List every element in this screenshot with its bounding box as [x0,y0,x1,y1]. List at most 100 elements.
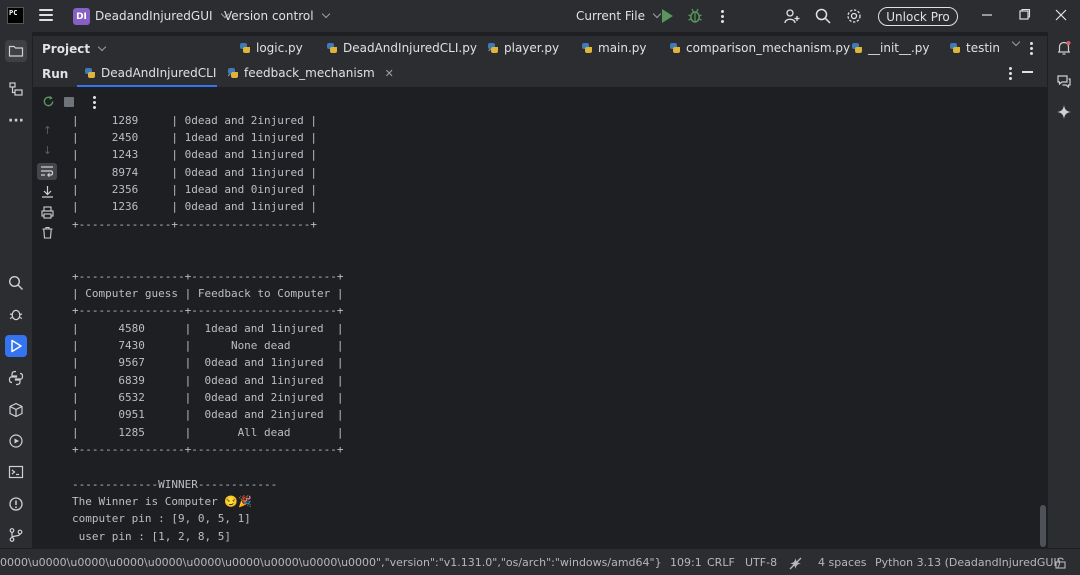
arrow-down-icon[interactable]: ↓ [41,144,54,157]
scroll-to-end-icon[interactable] [41,185,54,198]
editor-tab-label: testin [966,41,1000,55]
search-icon[interactable] [7,274,25,292]
project-folder-icon[interactable] [5,40,27,62]
problems-icon[interactable] [7,495,25,513]
right-tool-window-bar [1047,32,1080,548]
editor-tab[interactable]: __init__.py [852,41,930,55]
project-selector[interactable]: DeadandInjuredGUI [95,9,229,23]
services-icon[interactable] [7,432,25,450]
notifications-bell-icon[interactable] [1055,39,1073,57]
title-bar: PC DI DeadandInjuredGUI Version control … [0,0,1080,32]
editor-tab-active[interactable]: DeadAndInjuredCLI.py ✕ [327,41,496,55]
chevron-down-icon [652,9,662,19]
run-tab-active[interactable]: DeadAndInjuredCLI ✕ [85,66,236,80]
hide-tool-window-icon[interactable] [1022,71,1033,73]
run-tab[interactable]: feedback_mechanism ✕ [228,66,394,80]
close-window-icon[interactable] [1054,8,1068,22]
ai-chat-icon[interactable] [1055,72,1073,90]
indentation[interactable]: 4 spaces [818,556,867,569]
run-configuration-selector[interactable]: Current File [576,9,662,23]
editor-tab[interactable]: logic.py [240,41,303,55]
console-line: +--------------+--------------------+ [72,218,318,231]
arrow-up-icon[interactable]: ↑ [41,124,54,137]
ai-disabled-icon[interactable] [789,557,802,570]
python-file-icon [950,43,960,53]
maximize-window-icon[interactable] [1017,8,1031,22]
add-user-icon[interactable] [784,8,800,24]
console-line: | 1289 | 0dead and 2injured | [72,114,318,127]
project-badge[interactable]: DI [73,8,90,25]
rerun-icon[interactable] [42,95,55,108]
line-ending[interactable]: CRLF [707,556,735,569]
more-actions-icon[interactable] [721,10,724,23]
console-line: -------------WINNER------------ [72,478,278,491]
read-only-lock-icon[interactable] [1054,556,1067,569]
python-file-icon [852,43,862,53]
project-name: DeadandInjuredGUI [95,9,213,23]
editor-tab[interactable]: comparison_mechanism.py [670,41,850,55]
version-control-label: Version control [224,9,314,23]
run-icon[interactable] [662,9,673,23]
editor-tab-label: player.py [504,41,560,55]
close-tab-icon[interactable]: ✕ [385,67,394,80]
console-scrollbar-thumb[interactable] [1040,505,1046,547]
console-more-icon[interactable] [93,96,96,109]
debug-bug-icon[interactable] [7,305,25,323]
stop-icon[interactable] [64,97,74,107]
python-file-icon [85,68,95,78]
soft-wrap-toggle[interactable] [37,163,57,180]
settings-gear-icon[interactable] [846,8,862,24]
ai-assistant-sparkle-icon[interactable] [1055,103,1073,121]
console-line: | 8974 | 0dead and 1injured | [72,166,318,179]
console-gutter: ↑ ↓ [33,114,63,548]
console-line: | 6839 | 0dead and 1injured | [72,374,344,387]
run-configuration-label: Current File [576,9,645,23]
editor-tab-bar: Project logic.py DeadAndInjuredCLI.py ✕ p… [33,36,1047,60]
console-line: The Winner is Computer 😏🎉 [72,495,252,508]
console-output[interactable]: | 1289 | 0dead and 2injured | | 2450 | 1… [66,114,1036,548]
python-packages-icon[interactable] [7,401,25,419]
status-message[interactable]: 0000\u0000\u0000\u0000\u0000\u0000\u0000… [0,556,662,569]
tab-list-chevron-icon[interactable] [1011,37,1021,47]
python-file-icon [228,68,238,78]
soft-wrap-icon [41,166,54,178]
editor-tab[interactable]: main.py [582,41,647,55]
version-control-git-icon[interactable] [7,526,25,544]
pycharm-logo-icon[interactable]: PC [7,7,24,24]
run-options-icon[interactable] [1009,67,1012,80]
run-tool-window-header: Run DeadAndInjuredCLI ✕ feedback_mechanis… [33,60,1047,88]
version-control-menu[interactable]: Version control [224,9,330,23]
editor-tab[interactable]: player.py [488,41,559,55]
python-file-icon [670,43,680,53]
console-line: | 7430 | None dead | [72,339,344,352]
file-encoding[interactable]: UTF-8 [745,556,777,569]
debug-bug-icon[interactable] [688,8,702,24]
project-label: Project [42,42,91,56]
chevron-down-icon [321,9,330,19]
minimize-window-icon[interactable] [980,8,994,22]
console-line: | Computer guess | Feedback to Computer … [72,287,344,300]
terminal-icon[interactable] [7,463,25,481]
editor-tab-label: logic.py [256,41,303,55]
console-line: | 6532 | 0dead and 2injured | [72,391,344,404]
caret-position[interactable]: 109:1 [670,556,702,569]
clear-trash-icon[interactable] [41,226,54,239]
python-file-icon [488,43,498,53]
more-tool-windows-icon[interactable]: ··· [7,112,25,130]
project-view-selector[interactable]: Project [42,42,107,56]
editor-tab[interactable]: testin [950,41,1000,55]
search-icon[interactable] [815,8,831,24]
python-interpreter[interactable]: Python 3.13 (DeadandInjuredGUI) [875,556,1061,569]
status-bar: 0000\u0000\u0000\u0000\u0000\u0000\u0000… [0,548,1080,575]
python-console-icon[interactable] [7,369,25,387]
run-tool-window-icon[interactable] [5,335,27,357]
structure-icon[interactable] [7,80,25,98]
console-line: | 0951 | 0dead and 2injured | [72,408,344,421]
console-line: +----------------+----------------------… [72,304,344,317]
main-menu-icon[interactable] [39,9,53,21]
tab-more-actions-icon[interactable] [1030,42,1033,55]
print-icon[interactable] [41,206,54,219]
unlock-pro-button[interactable]: Unlock Pro [878,7,958,26]
editor-tab-label: comparison_mechanism.py [686,41,851,55]
console-line: computer pin : [9, 0, 5, 1] [72,512,251,525]
